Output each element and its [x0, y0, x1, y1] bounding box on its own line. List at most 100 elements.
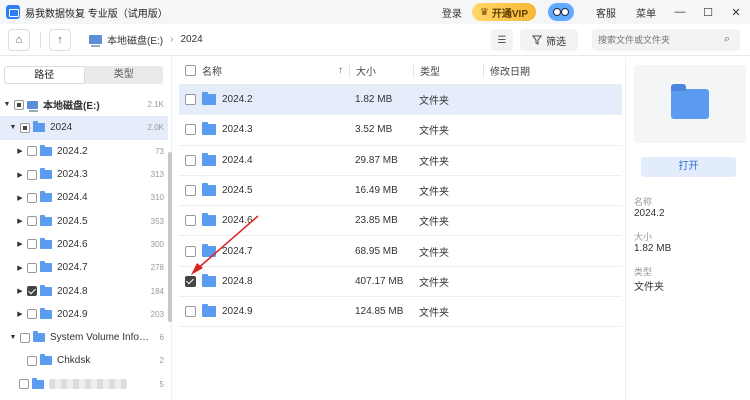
sort-ascending-icon[interactable]: ↑ [338, 65, 343, 76]
table-row[interactable]: 2024.4 29.87 MB 文件夹 [179, 146, 622, 176]
view-toggle-button[interactable]: ☰ [491, 29, 513, 51]
table-row[interactable]: 2024.5 16.49 MB 文件夹 [179, 176, 622, 207]
menu-link[interactable]: 菜单 [636, 5, 656, 20]
column-name[interactable]: 名称 ↑ [179, 63, 349, 78]
chevron-right-icon[interactable]: ▶ [16, 217, 24, 225]
chevron-right-icon[interactable]: ▶ [16, 171, 24, 179]
folder-icon [40, 191, 52, 203]
row-size: 124.85 MB [355, 306, 404, 318]
column-type[interactable]: 类型 [413, 63, 483, 78]
tree-item[interactable]: ▼ 本地磁盘(E:) 2.1K [0, 93, 168, 116]
tree-item-count: 353 [150, 216, 164, 226]
tree-item[interactable]: ▶ 2024.2 73 [0, 140, 168, 163]
tree-checkbox[interactable] [20, 122, 30, 133]
table-row[interactable]: 2024.7 68.95 MB 文件夹 [179, 236, 622, 267]
tree-item[interactable]: ▶ 2024.3 313 [0, 163, 168, 186]
tree-checkbox[interactable] [19, 379, 29, 390]
row-size: 29.87 MB [355, 154, 398, 166]
tree-checkbox[interactable] [27, 262, 37, 273]
tree-checkbox[interactable] [27, 286, 37, 297]
breadcrumb-drive[interactable]: 本地磁盘(E:) [107, 32, 163, 47]
open-button[interactable]: 打开 [641, 157, 736, 177]
tree-item[interactable]: ▶ 2024.8 184 [0, 279, 168, 302]
chevron-right-icon[interactable]: ▶ [16, 264, 24, 272]
row-checkbox[interactable] [185, 245, 196, 257]
app-title: 易我数据恢复 专业版（试用版） [25, 8, 168, 20]
minimize-button[interactable]: — [666, 6, 694, 18]
search-icon[interactable]: ⌕ [724, 33, 730, 46]
tree-checkbox[interactable] [27, 309, 37, 320]
breadcrumb-folder[interactable]: 2024 [180, 34, 202, 45]
row-checkbox[interactable] [185, 124, 196, 136]
table-row[interactable]: 2024.9 124.85 MB 文件夹 [179, 297, 622, 328]
table-row[interactable]: 2024.6 23.85 MB 文件夹 [179, 206, 622, 237]
row-checkbox[interactable] [185, 215, 196, 227]
table-row[interactable]: 2024.8 407.17 MB 文件夹 [179, 267, 622, 298]
login-link[interactable]: 登录 [442, 5, 462, 20]
tab-type[interactable]: 类型 [85, 66, 164, 84]
close-button[interactable]: ✕ [722, 6, 750, 19]
tree-checkbox[interactable] [27, 216, 37, 227]
tree-item[interactable]: ▶ 2024.4 310 [0, 186, 168, 209]
row-checkbox[interactable] [185, 154, 196, 166]
select-all-checkbox[interactable] [185, 65, 196, 76]
chevron-right-icon[interactable]: ▶ [16, 310, 24, 318]
chevron-down-icon[interactable]: ▼ [9, 124, 17, 131]
tree-item-count: 313 [150, 170, 164, 180]
sidebar: 路径 类型 ▼ 本地磁盘(E:) 2.1K ▼ 2024 2.0K ▶ 2024… [0, 57, 172, 400]
chevron-right-icon[interactable]: ▶ [16, 194, 24, 202]
tree-item[interactable]: ▶ 2024.6 300 [0, 233, 168, 256]
maximize-button[interactable]: ☐ [694, 6, 722, 19]
column-date[interactable]: 修改日期 [483, 63, 603, 78]
tree-item-count: 5 [159, 379, 164, 389]
tree-checkbox[interactable] [27, 355, 37, 366]
row-checkbox[interactable] [185, 185, 196, 197]
search-input[interactable] [592, 29, 740, 51]
table-row[interactable]: 2024.3 3.52 MB 文件夹 [179, 115, 622, 146]
tree-item[interactable]: 5 [0, 373, 168, 396]
tree-item[interactable]: ▶ 2024.5 353 [0, 209, 168, 232]
up-button[interactable]: ↑ [49, 28, 71, 51]
tree-item-count: 73 [155, 146, 164, 156]
tree-item[interactable]: ▶ 2024.7 278 [0, 256, 168, 279]
tree-item[interactable]: ▼ System Volume Informati... 6 [0, 326, 168, 349]
tree-checkbox[interactable] [27, 192, 37, 203]
home-button[interactable]: ⌂ [8, 28, 30, 51]
folder-icon [40, 307, 52, 319]
tab-path[interactable]: 路径 [4, 66, 85, 84]
tree-item[interactable]: ▼ 2024 2.0K [0, 116, 168, 140]
row-checkbox[interactable] [185, 275, 196, 287]
tree-checkbox[interactable] [27, 146, 37, 157]
row-name: 2024.8 [222, 275, 253, 287]
vip-button[interactable]: ♛ 开通VIP [471, 3, 536, 21]
sidebar-tabs: 路径 类型 [4, 66, 163, 84]
detail-size-label: 大小 [634, 232, 653, 242]
column-size[interactable]: 大小 [349, 63, 413, 78]
table-row[interactable]: 2024.2 1.82 MB 文件夹 [179, 85, 622, 116]
tree-item[interactable]: ▶ 2024.9 203 [0, 303, 168, 326]
folder-icon [40, 261, 52, 273]
service-link[interactable]: 客服 [596, 5, 616, 20]
chevron-down-icon[interactable]: ▼ [3, 101, 11, 108]
tree-checkbox[interactable] [27, 169, 37, 180]
tree-checkbox[interactable] [14, 99, 24, 110]
tree-item-count: 2.0K [147, 123, 164, 133]
breadcrumb-separator: › [170, 34, 174, 45]
tree-item[interactable]: Chkdsk 2 [0, 349, 168, 372]
detail-name-label: 名称 [634, 197, 653, 207]
row-checkbox[interactable] [185, 306, 196, 318]
tree-checkbox[interactable] [20, 332, 30, 343]
chevron-down-icon[interactable]: ▼ [9, 334, 17, 341]
tree-item-count: 278 [150, 263, 164, 273]
drive-icon [27, 100, 38, 112]
row-checkbox[interactable] [185, 94, 196, 106]
avatar[interactable] [548, 3, 574, 21]
chevron-right-icon[interactable]: ▶ [16, 147, 24, 155]
tree-checkbox[interactable] [27, 239, 37, 250]
folder-icon [202, 122, 216, 136]
detail-type-value: 文件夹 [634, 282, 664, 293]
sidebar-scrollbar[interactable] [168, 152, 172, 322]
filter-button[interactable]: 筛选 [520, 29, 578, 51]
chevron-right-icon[interactable]: ▶ [16, 240, 24, 248]
chevron-right-icon[interactable]: ▶ [16, 287, 24, 295]
